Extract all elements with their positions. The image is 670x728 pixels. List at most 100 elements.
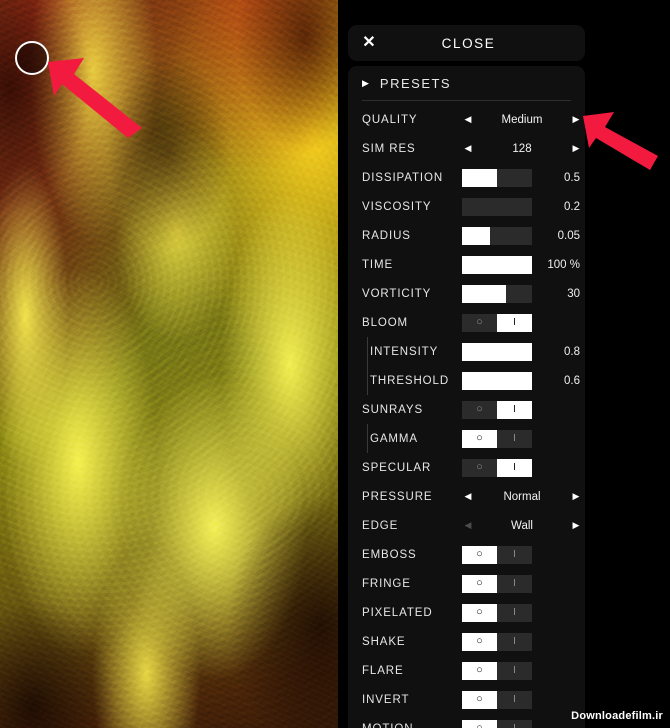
option-row-invert[interactable]: INVERT ○ I	[348, 685, 585, 714]
toggle-on-segment[interactable]: I	[497, 429, 532, 448]
option-row-specular[interactable]: SPECULAR ○ I	[348, 453, 585, 482]
option-row-vorticity[interactable]: VORTICITY 30	[348, 279, 585, 308]
option-row-bloom[interactable]: BLOOM ○ I	[348, 308, 585, 337]
chevron-right-icon: ▶	[362, 77, 369, 88]
option-row-sim-res[interactable]: SIM RES ◀ 128 ▶	[348, 134, 585, 163]
toggle-on-segment[interactable]: I	[497, 632, 532, 651]
toggle-track[interactable]: ○ I	[462, 719, 532, 728]
toggle-on-segment[interactable]: I	[497, 458, 532, 477]
toggle-off-segment[interactable]: ○	[462, 313, 497, 332]
toggle-gamma[interactable]: ○ I	[462, 429, 532, 448]
toggle-bloom[interactable]: ○ I	[462, 313, 532, 332]
toggle-off-segment[interactable]: ○	[462, 429, 497, 448]
toggle-on-segment[interactable]: I	[497, 545, 532, 564]
slider-track[interactable]	[462, 342, 532, 361]
option-row-threshold[interactable]: THRESHOLD 0.6	[348, 366, 585, 395]
toggle-flare[interactable]: ○ I	[462, 661, 532, 680]
slider-radius[interactable]	[462, 226, 532, 245]
toggle-track[interactable]: ○ I	[462, 661, 532, 680]
slider-vorticity[interactable]	[462, 284, 532, 303]
toggle-on-segment[interactable]: I	[497, 313, 532, 332]
toggle-pixelated[interactable]: ○ I	[462, 603, 532, 622]
close-bar[interactable]: ✕ CLOSE	[348, 25, 585, 61]
toggle-track[interactable]: ○ I	[462, 632, 532, 651]
toggle-on-segment[interactable]: I	[497, 603, 532, 622]
slider-intensity[interactable]	[462, 342, 532, 361]
option-row-pressure[interactable]: PRESSURE ◀ Normal ▶	[348, 482, 585, 511]
toggle-track[interactable]: ○ I	[462, 690, 532, 709]
option-row-gamma[interactable]: GAMMA ○ I	[348, 424, 585, 453]
slider-threshold[interactable]	[462, 371, 532, 390]
stepper-edge[interactable]: ◀ Wall ▶	[462, 517, 582, 535]
arrow-right-icon[interactable]: ▶	[570, 144, 582, 153]
option-row-flare[interactable]: FLARE ○ I	[348, 656, 585, 685]
toggle-on-segment[interactable]: I	[497, 690, 532, 709]
toggle-on-segment[interactable]: I	[497, 400, 532, 419]
slider-track[interactable]	[462, 255, 532, 274]
toggle-on-segment[interactable]: I	[497, 574, 532, 593]
toggle-track[interactable]: ○ I	[462, 574, 532, 593]
arrow-right-icon[interactable]: ▶	[570, 521, 582, 530]
toggle-invert[interactable]: ○ I	[462, 690, 532, 709]
fluid-simulation-canvas[interactable]	[0, 0, 338, 728]
slider-track[interactable]	[462, 197, 532, 216]
toggle-on-segment[interactable]: I	[497, 661, 532, 680]
arrow-left-icon[interactable]: ◀	[462, 144, 474, 153]
toggle-motion[interactable]: ○ I	[462, 719, 532, 728]
close-label[interactable]: CLOSE	[386, 36, 551, 51]
slider-viscosity[interactable]	[462, 197, 532, 216]
slider-dissipation[interactable]	[462, 168, 532, 187]
toggle-off-segment[interactable]: ○	[462, 574, 497, 593]
toggle-off-segment[interactable]: ○	[462, 545, 497, 564]
arrow-right-icon[interactable]: ▶	[570, 492, 582, 501]
option-row-fringe[interactable]: FRINGE ○ I	[348, 569, 585, 598]
toggle-on-segment[interactable]: I	[497, 719, 532, 728]
stepper-sim-res[interactable]: ◀ 128 ▶	[462, 140, 582, 158]
close-icon[interactable]: ✕	[352, 35, 386, 51]
toggle-shake[interactable]: ○ I	[462, 632, 532, 651]
toggle-off-segment[interactable]: ○	[462, 603, 497, 622]
option-row-motion[interactable]: MOTION ○I	[348, 714, 585, 728]
toggle-track[interactable]: ○ I	[462, 429, 532, 448]
toggle-off-segment[interactable]: ○	[462, 690, 497, 709]
option-row-emboss[interactable]: EMBOSS ○ I	[348, 540, 585, 569]
slider-track[interactable]	[462, 284, 532, 303]
toggle-sunrays[interactable]: ○ I	[462, 400, 532, 419]
presets-section-header[interactable]: ▶ PRESETS	[348, 66, 585, 100]
slider-fill	[462, 255, 532, 274]
option-row-dissipation[interactable]: DISSIPATION 0.5	[348, 163, 585, 192]
option-row-shake[interactable]: SHAKE ○ I	[348, 627, 585, 656]
toggle-track[interactable]: ○ I	[462, 458, 532, 477]
option-row-radius[interactable]: RADIUS 0.05	[348, 221, 585, 250]
option-row-time[interactable]: TIME 100 %	[348, 250, 585, 279]
slider-track[interactable]	[462, 226, 532, 245]
slider-value: 100 %	[547, 258, 580, 271]
option-row-edge[interactable]: EDGE ◀ Wall ▶	[348, 511, 585, 540]
slider-time[interactable]	[462, 255, 532, 274]
arrow-right-icon[interactable]: ▶	[570, 115, 582, 124]
toggle-off-segment[interactable]: ○	[462, 458, 497, 477]
toggle-off-segment[interactable]: ○	[462, 719, 497, 728]
slider-track[interactable]	[462, 168, 532, 187]
option-row-sunrays[interactable]: SUNRAYS ○ I	[348, 395, 585, 424]
arrow-left-icon[interactable]: ◀	[462, 115, 474, 124]
toggle-track[interactable]: ○ I	[462, 603, 532, 622]
toggle-track[interactable]: ○ I	[462, 313, 532, 332]
toggle-track[interactable]: ○ I	[462, 545, 532, 564]
slider-track[interactable]	[462, 371, 532, 390]
option-row-quality[interactable]: QUALITY ◀ Medium ▶	[348, 105, 585, 134]
arrow-left-icon[interactable]: ◀	[462, 492, 474, 501]
option-row-intensity[interactable]: INTENSITY 0.8	[348, 337, 585, 366]
option-row-viscosity[interactable]: VISCOSITY 0.2	[348, 192, 585, 221]
toggle-off-segment[interactable]: ○	[462, 400, 497, 419]
stepper-pressure[interactable]: ◀ Normal ▶	[462, 488, 582, 506]
stepper-quality[interactable]: ◀ Medium ▶	[462, 111, 582, 129]
toggle-emboss[interactable]: ○ I	[462, 545, 532, 564]
toggle-off-segment[interactable]: ○	[462, 661, 497, 680]
toggle-track[interactable]: ○ I	[462, 400, 532, 419]
arrow-left-icon[interactable]: ◀	[462, 521, 474, 530]
toggle-off-segment[interactable]: ○	[462, 632, 497, 651]
option-row-pixelated[interactable]: PIXELATED ○ I	[348, 598, 585, 627]
toggle-specular[interactable]: ○ I	[462, 458, 532, 477]
toggle-fringe[interactable]: ○ I	[462, 574, 532, 593]
